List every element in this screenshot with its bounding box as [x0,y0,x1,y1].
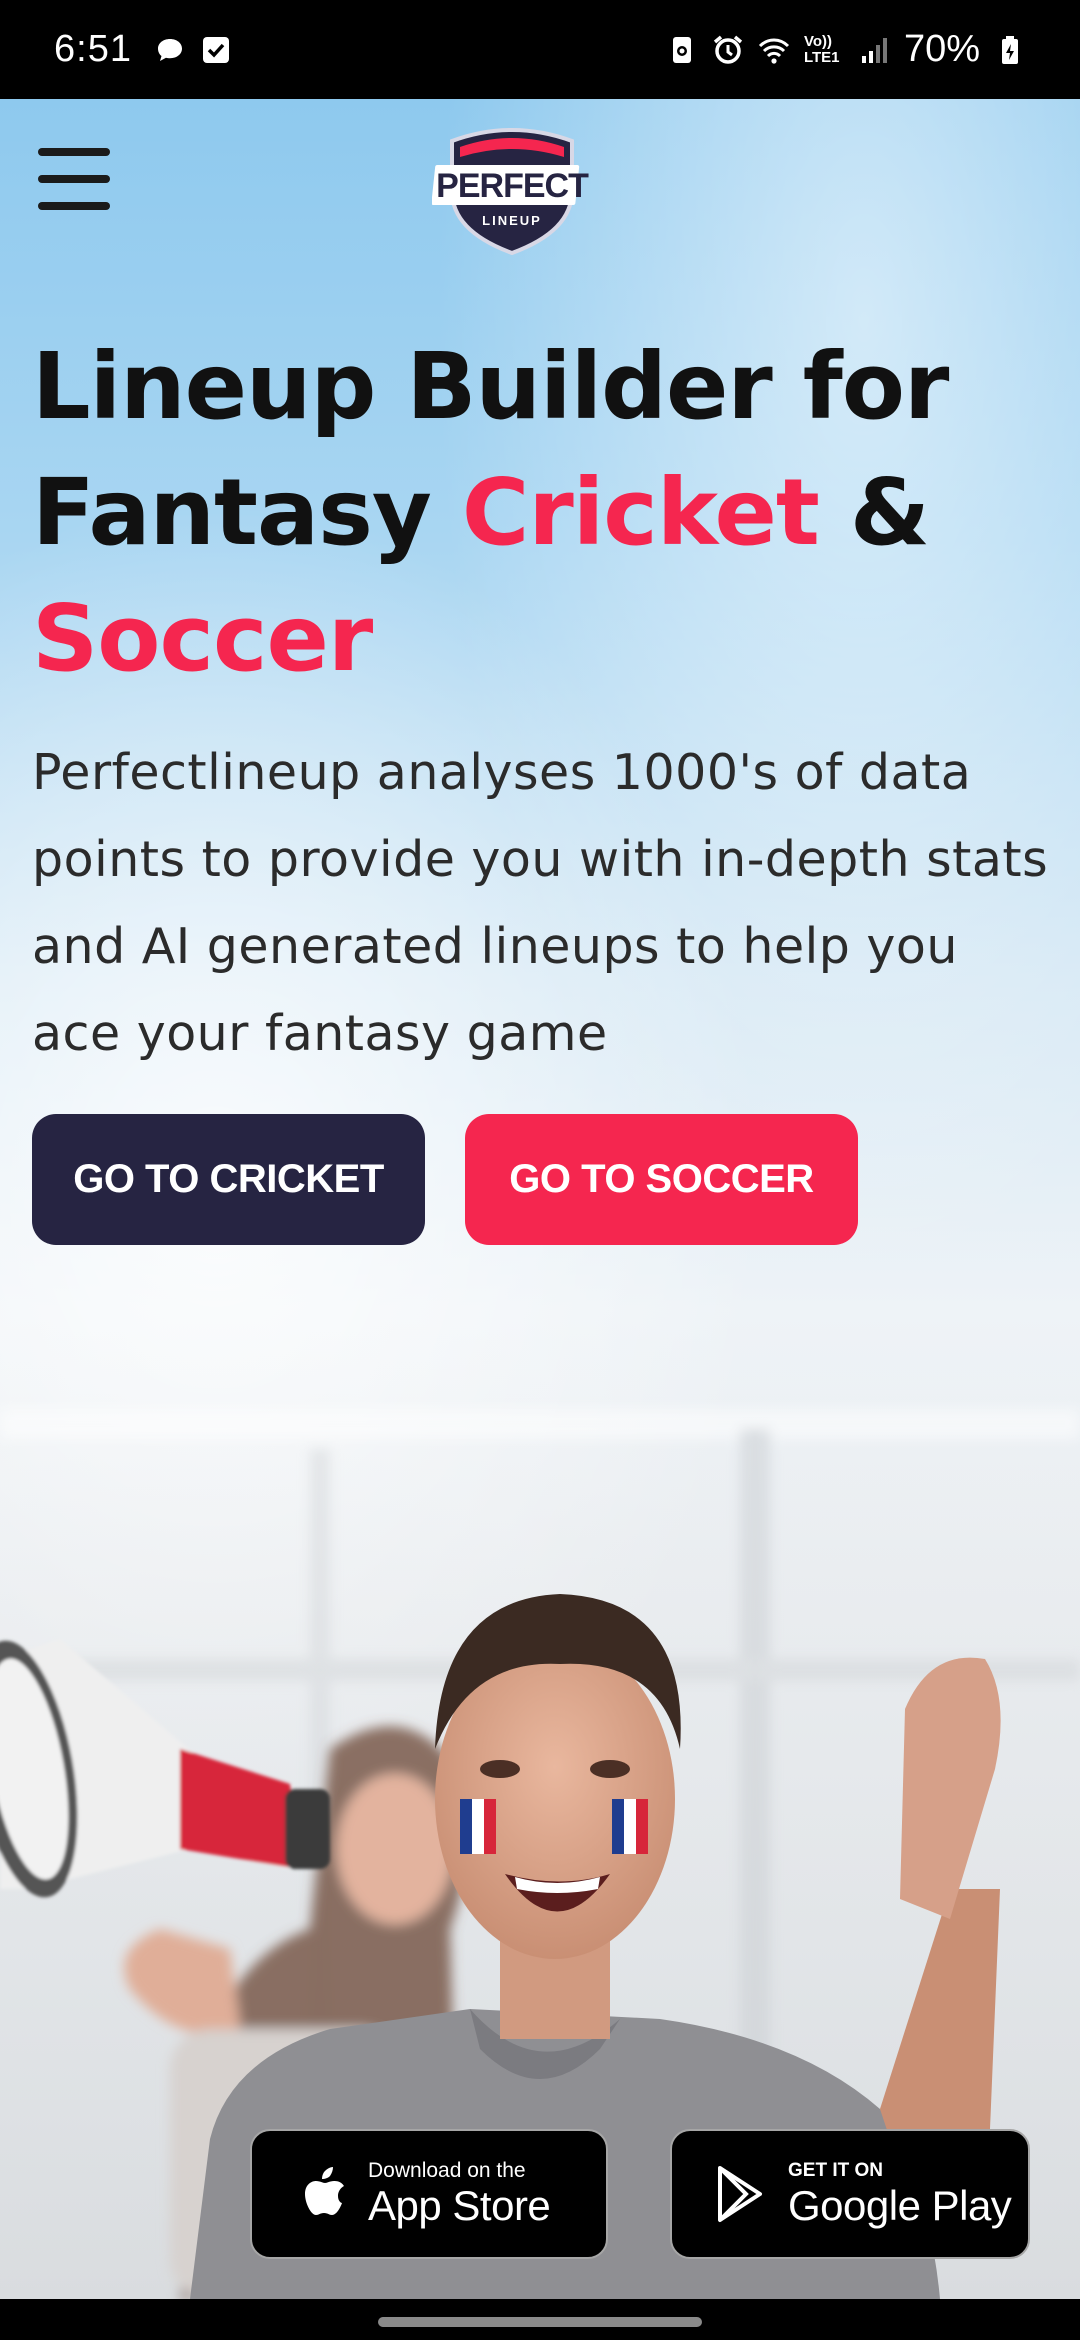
alarm-icon [712,34,744,66]
menu-bar-line [38,175,110,183]
status-time: 6:51 [54,28,132,70]
perfect-lineup-logo[interactable]: PERFECT LINEUP [431,121,592,256]
wifi-icon [758,34,790,66]
hero-title-fantasy: Fantasy [32,459,462,566]
app-store-big-text: App Store [368,2182,551,2229]
app-store-badge[interactable]: Download on the App Store [250,2129,608,2259]
hero-title-ampersand: & [818,459,930,566]
checkbox-icon [200,34,232,66]
nfc-icon [666,34,698,66]
app-store-text: Download on the App Store [368,2159,551,2229]
google-play-small-text: GET IT ON [788,2160,883,2181]
google-play-badge[interactable]: GET IT ON Google Play [670,2129,1030,2259]
apple-icon [292,2162,348,2226]
hero-title-line1: Lineup Builder for [32,333,949,440]
go-to-cricket-button[interactable]: GO TO CRICKET [32,1114,425,1245]
battery-icon [994,34,1026,66]
site-header: PERFECT LINEUP [0,99,1080,279]
status-system-icons: Vo)) LTE1 70% [666,28,1026,71]
logo-text-perfect: PERFECT [436,167,589,205]
status-notification-icons [154,34,232,66]
google-play-big-text: Google Play [788,2182,1012,2229]
logo-text-lineup: LINEUP [482,213,542,228]
google-play-icon [712,2162,768,2226]
go-to-soccer-button[interactable]: GO TO SOCCER [465,1114,858,1245]
app-store-small-text: Download on the [368,2159,526,2182]
chat-icon [154,34,186,66]
google-play-text: GET IT ON Google Play [788,2159,1012,2229]
network-label: Vo)) LTE1 [803,32,840,66]
status-bar: 6:51 Vo)) LTE1 70% [0,0,1080,99]
hero-description: Perfectlineup analyses 1000's of data po… [32,744,1049,1062]
hamburger-menu-icon[interactable] [38,144,114,214]
battery-percentage: 70% [903,28,980,70]
hero-title-soccer: Soccer [32,585,373,692]
home-gesture-indicator[interactable] [378,2317,702,2327]
landing-page: PERFECT LINEUP Lineup Builder for Fantas… [0,99,1080,2299]
menu-bar-line [38,202,110,210]
hero-title-cricket: Cricket [461,459,820,566]
menu-bar-line [38,148,110,156]
signal-icon [858,34,890,66]
hero-title: Lineup Builder for Fantasy Cricket & Soc… [32,324,1052,702]
